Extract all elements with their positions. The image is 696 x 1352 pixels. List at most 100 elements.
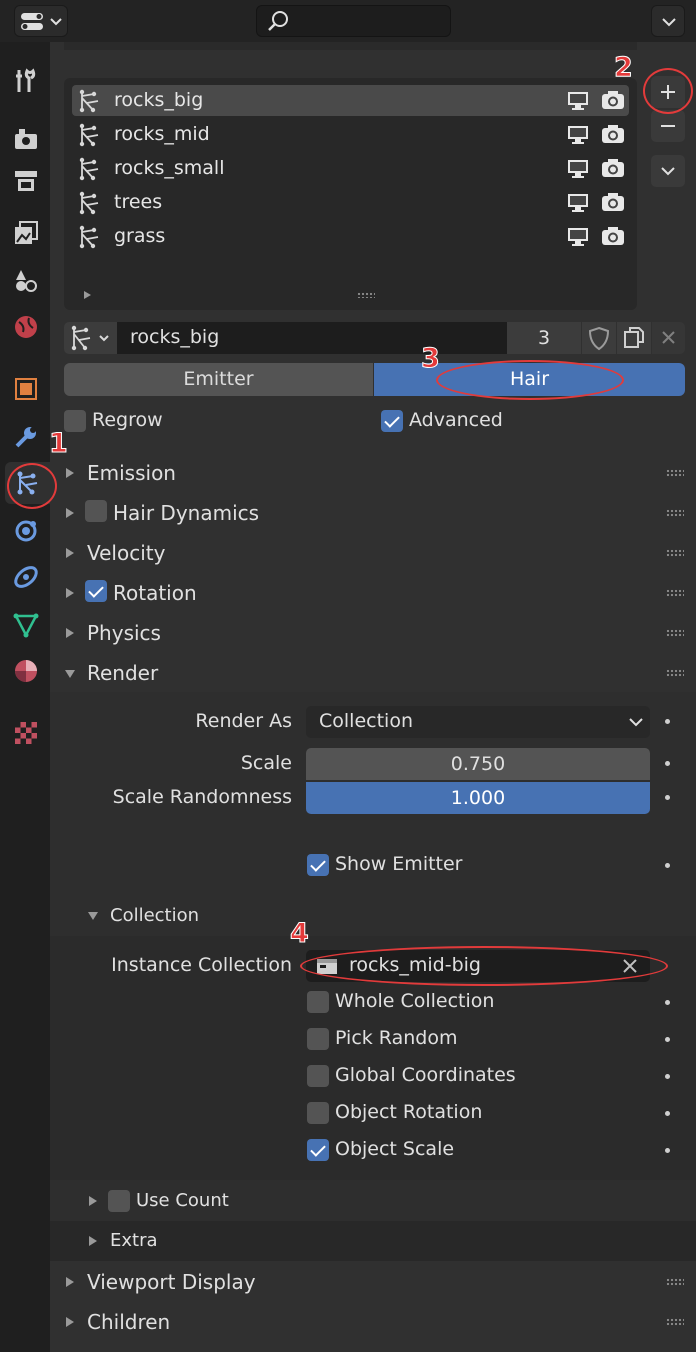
list-item[interactable]: grass	[72, 221, 629, 252]
drag-handle-icon[interactable]	[666, 469, 684, 477]
users-count-button[interactable]: 3	[507, 322, 581, 354]
list-resize-grip[interactable]	[357, 292, 375, 298]
animate-property-icon[interactable]	[665, 863, 670, 868]
animate-property-icon[interactable]	[665, 795, 670, 800]
drag-handle-icon[interactable]	[666, 629, 684, 637]
scale-randomness-slider[interactable]: 1.000	[306, 782, 650, 814]
animate-property-icon[interactable]	[665, 761, 670, 766]
panel-title: Velocity	[87, 541, 166, 565]
panel-viewport-display[interactable]: Viewport Display	[50, 1262, 696, 1302]
panel-physics[interactable]: Physics	[50, 614, 696, 654]
unlink-settings-button[interactable]	[652, 322, 685, 354]
object-rotation-checkbox[interactable]	[307, 1102, 329, 1124]
physics-icon	[15, 520, 37, 542]
tab-render[interactable]	[5, 118, 47, 160]
tab-tool[interactable]	[5, 60, 47, 102]
settings-browse-button[interactable]	[64, 322, 117, 354]
particles-icon	[79, 191, 99, 215]
new-settings-button[interactable]	[617, 322, 651, 354]
monitor-icon[interactable]	[566, 193, 590, 213]
tab-material[interactable]	[5, 650, 47, 692]
tab-view-layer[interactable]	[5, 212, 47, 254]
camera-icon[interactable]	[600, 89, 626, 111]
render-as-dropdown[interactable]: Collection	[306, 706, 650, 738]
subpanel-collection[interactable]: Collection	[50, 896, 696, 936]
type-emitter-button[interactable]: Emitter	[64, 363, 373, 396]
options-dropdown-button[interactable]	[651, 5, 685, 37]
tab-modifiers[interactable]	[5, 416, 47, 458]
animate-property-icon[interactable]	[665, 1074, 670, 1079]
monitor-icon[interactable]	[566, 125, 590, 145]
settings-name-field[interactable]: rocks_big	[117, 322, 507, 354]
advanced-checkbox[interactable]	[381, 410, 403, 432]
specials-menu-button[interactable]	[651, 155, 685, 187]
panel-emission[interactable]: Emission	[50, 454, 696, 494]
pick-random-checkbox[interactable]	[307, 1028, 329, 1050]
monitor-icon[interactable]	[566, 159, 590, 179]
panel-velocity[interactable]: Velocity	[50, 534, 696, 574]
tab-output[interactable]	[5, 160, 47, 202]
animate-property-icon[interactable]	[665, 1000, 670, 1005]
rotation-checkbox[interactable]	[85, 580, 107, 602]
tab-world[interactable]	[5, 306, 47, 348]
texture-icon	[15, 722, 37, 744]
camera-icon[interactable]	[600, 191, 626, 213]
drag-handle-icon[interactable]	[666, 669, 684, 677]
animate-property-icon[interactable]	[665, 719, 670, 724]
list-item-label: rocks_small	[114, 157, 225, 179]
object-rotation-label: Object Rotation	[335, 1101, 483, 1123]
drag-handle-icon[interactable]	[666, 1278, 684, 1286]
subpanel-title: Extra	[110, 1230, 158, 1251]
whole-collection-checkbox[interactable]	[307, 991, 329, 1013]
list-item[interactable]: rocks_small	[72, 153, 629, 184]
list-filter-toggle-icon[interactable]	[84, 291, 91, 299]
subpanel-extra[interactable]: Extra	[50, 1221, 696, 1261]
subpanel-use-count[interactable]: Use Count	[50, 1182, 696, 1220]
material-icon	[15, 660, 37, 682]
use-count-checkbox[interactable]	[108, 1190, 130, 1212]
panel-rotation[interactable]: Rotation	[50, 574, 696, 614]
tab-object[interactable]	[5, 368, 47, 410]
list-item[interactable]: trees	[72, 187, 629, 218]
expand-arrow-icon	[89, 1236, 97, 1246]
list-item[interactable]: rocks_mid	[72, 119, 629, 150]
object-scale-checkbox[interactable]	[307, 1139, 329, 1161]
regrow-label: Regrow	[92, 409, 163, 431]
monitor-icon[interactable]	[566, 227, 590, 247]
tab-texture[interactable]	[5, 712, 47, 754]
drag-handle-icon[interactable]	[666, 1318, 684, 1326]
camera-icon[interactable]	[600, 157, 626, 179]
object-icon	[15, 378, 37, 400]
list-item[interactable]: rocks_big	[72, 85, 629, 116]
tab-scene[interactable]	[5, 260, 47, 302]
show-emitter-checkbox[interactable]	[307, 854, 329, 876]
panel-hair-dynamics[interactable]: Hair Dynamics	[50, 494, 696, 534]
expand-arrow-icon	[66, 628, 74, 638]
animate-property-icon[interactable]	[665, 1111, 670, 1116]
animate-property-icon[interactable]	[665, 1037, 670, 1042]
global-coordinates-checkbox[interactable]	[307, 1065, 329, 1087]
remove-particle-system-button[interactable]	[651, 110, 685, 142]
whole-collection-label: Whole Collection	[335, 990, 495, 1012]
drag-handle-icon[interactable]	[666, 549, 684, 557]
hair-dynamics-checkbox[interactable]	[85, 500, 107, 522]
annotation-circle-4	[300, 946, 668, 986]
expand-arrow-icon	[66, 508, 74, 518]
tab-constraints[interactable]	[5, 556, 47, 598]
panel-children[interactable]: Children	[50, 1302, 696, 1342]
fake-user-button[interactable]	[582, 322, 616, 354]
animate-property-icon[interactable]	[665, 1148, 670, 1153]
camera-icon[interactable]	[600, 123, 626, 145]
search-input[interactable]	[256, 5, 451, 37]
panel-render[interactable]: Render	[50, 654, 696, 694]
tab-data[interactable]	[5, 604, 47, 646]
wrench-icon	[15, 427, 36, 448]
drag-handle-icon[interactable]	[666, 589, 684, 597]
drag-handle-icon[interactable]	[666, 509, 684, 517]
monitor-icon[interactable]	[566, 91, 590, 111]
editor-type-button[interactable]	[14, 5, 68, 37]
camera-icon[interactable]	[600, 225, 626, 247]
particles-icon	[71, 325, 109, 351]
tab-physics[interactable]	[5, 510, 47, 552]
scale-field[interactable]: 0.750	[306, 748, 650, 780]
